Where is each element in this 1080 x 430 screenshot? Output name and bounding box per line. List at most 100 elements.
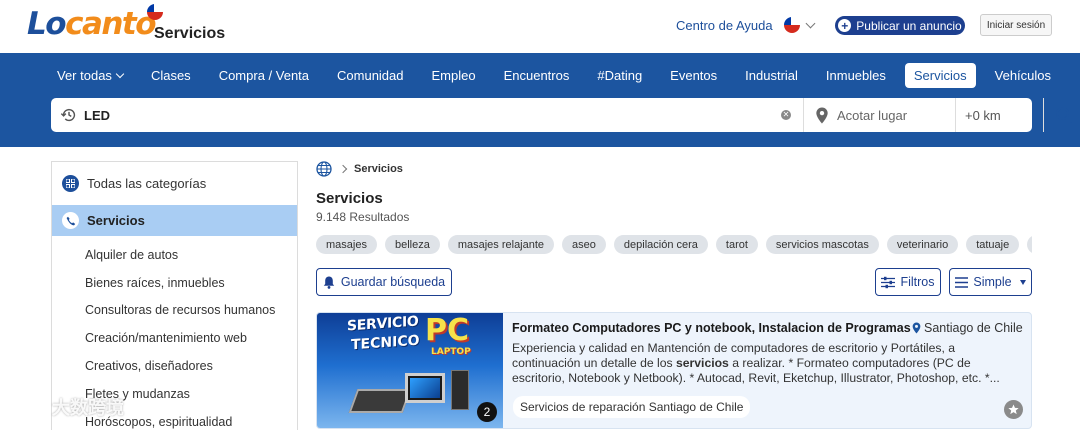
publish-ad-label: Publicar un anuncio [856, 18, 962, 33]
tag-chip[interactable]: depilación cera [613, 235, 708, 254]
watermark: 大数跨境 [8, 394, 124, 420]
tab-encuentros[interactable]: Encuentros [490, 63, 584, 88]
monitor-graphic [405, 373, 445, 403]
caret-down-icon [1019, 279, 1026, 285]
sidebar-subcategory[interactable]: Creación/mantenimiento web [85, 324, 275, 352]
tab-label: Empleo [431, 68, 476, 83]
tab-empleo[interactable]: Empleo [418, 63, 490, 88]
tab-comunidad[interactable]: Comunidad [323, 63, 418, 88]
divider [1043, 98, 1044, 132]
search-button[interactable] [1045, 98, 1080, 132]
sidebar-subcategory[interactable]: Consultoras de recursos humanos [85, 297, 275, 325]
tag-chip[interactable]: belleza [384, 235, 440, 254]
tab-label: Encuentros [503, 68, 570, 83]
divider [955, 98, 956, 132]
tab-label: Comunidad [337, 68, 404, 83]
tab-compra-venta[interactable]: Compra / Venta [205, 63, 323, 88]
tag-chip[interactable]: masajes relajante [447, 235, 555, 254]
image-text-laptop: LAPTOP [431, 347, 471, 357]
country-selector[interactable] [784, 17, 816, 33]
bell-icon [323, 276, 335, 289]
all-categories-label: Todas las categorías [87, 176, 207, 191]
image-text-pc: PC [425, 313, 470, 348]
sidebar-subcategory[interactable]: Creativos, diseñadores [85, 352, 275, 380]
locanto-logo[interactable]: Locanto [27, 6, 157, 42]
watermark-logo-icon [8, 397, 44, 417]
listing-card[interactable]: SERVICIO TECNICO PC LAPTOP 2 Formateo Co… [316, 312, 1032, 429]
history-icon[interactable] [60, 106, 78, 124]
location-pin-icon [816, 107, 828, 124]
tag-chip[interactable]: se [1027, 235, 1032, 254]
radius-selector[interactable]: +0 km [965, 108, 1001, 123]
help-center-link[interactable]: Centro de Ayuda [676, 18, 773, 33]
phone-icon [62, 212, 79, 229]
favorite-button[interactable] [1004, 400, 1023, 419]
filters-button[interactable]: Filtros [875, 268, 941, 296]
tag-chip[interactable]: masajes [316, 235, 377, 254]
pc-tower-graphic [451, 370, 469, 410]
listing-location-label: Santiago de Chile [924, 321, 1023, 335]
grid-icon [62, 175, 79, 192]
publish-ad-button[interactable]: + Publicar un anuncio [835, 16, 965, 35]
search-bar: ✕ +0 km [51, 98, 1072, 132]
tag-chip[interactable]: tatuaje [966, 235, 1020, 254]
globe-icon[interactable] [316, 161, 332, 177]
tab-servicios[interactable]: Servicios [904, 63, 976, 88]
tab-label: Ver todas [57, 68, 112, 83]
listing-category-chip[interactable]: Servicios de reparación Santiago de Chil… [513, 396, 751, 418]
logo-lo-text: Lo [27, 6, 67, 42]
results-count: 9.148 Resultados [316, 210, 410, 224]
listing-title[interactable]: Formateo Computadores PC y notebook, Ins… [512, 321, 911, 335]
page-title: Servicios [316, 190, 383, 207]
tab-label: Clases [150, 68, 191, 83]
view-mode-select[interactable]: Simple [949, 268, 1032, 296]
sidebar-subcategory[interactable]: Bienes raíces, inmuebles [85, 269, 275, 297]
sidebar-subcategory[interactable]: Alquiler de autos [85, 241, 275, 269]
search-icon [1055, 107, 1072, 124]
divider [803, 98, 804, 132]
location-input[interactable] [837, 104, 949, 126]
tab-dating[interactable]: #Dating [583, 63, 656, 88]
location-pin-icon [912, 322, 921, 334]
star-icon [1008, 404, 1019, 415]
tab-vehículos[interactable]: Vehículos [981, 63, 1065, 88]
chevron-down-icon [805, 18, 816, 28]
tag-chip[interactable]: servicios mascotas [765, 235, 879, 254]
category-sidebar: Todas las categorías Servicios Alquiler … [51, 161, 298, 430]
tab-label: #Dating [597, 68, 643, 83]
chile-flag-icon [784, 17, 800, 33]
tag-chip[interactable]: aseo [562, 235, 606, 254]
list-icon [955, 276, 969, 288]
sidebar-item-servicios[interactable]: Servicios [52, 205, 297, 236]
search-input[interactable] [84, 104, 764, 126]
login-button[interactable]: Iniciar sesión [980, 14, 1052, 36]
chile-flag-icon [147, 4, 163, 20]
plus-icon: + [838, 19, 852, 32]
site-section-title: Servicios [154, 25, 226, 42]
header: Locanto Servicios Centro de Ayuda + Publ… [0, 0, 1080, 53]
tab-label: Vehículos [994, 68, 1052, 83]
nav-tabs: Ver todas Clases Compra / Venta Comunidad Em… [43, 63, 1065, 88]
listing-image[interactable]: SERVICIO TECNICO PC LAPTOP 2 [317, 313, 503, 428]
tab-industrial[interactable]: Industrial [731, 63, 812, 88]
tab-clases[interactable]: Clases [137, 63, 205, 88]
all-categories-link[interactable]: Todas las categorías [62, 175, 206, 192]
tab-inmuebles[interactable]: Inmuebles [812, 63, 900, 88]
category-nav: Ver todas Clases Compra / Venta Comunidad Em… [0, 53, 1080, 147]
chevron-down-icon [115, 69, 125, 79]
tab-label: Servicios [913, 68, 967, 83]
tag-chip[interactable]: tarot [715, 235, 758, 254]
tag-list: masajes belleza masajes relajante aseo depil… [316, 235, 1032, 255]
laptop-graphic [348, 389, 412, 413]
tab-ver-todas[interactable]: Ver todas [43, 63, 137, 88]
save-search-button[interactable]: Guardar búsqueda [316, 268, 452, 296]
tab-label: Eventos [670, 68, 718, 83]
image-text-tecnico: TECNICO [351, 332, 420, 354]
clear-search-icon[interactable]: ✕ [781, 110, 791, 120]
tab-eventos[interactable]: Eventos [656, 63, 731, 88]
tag-chip[interactable]: veterinario [886, 235, 959, 254]
sliders-icon [881, 276, 896, 288]
image-text-servicio: SERVICIO [347, 313, 419, 335]
filters-label: Filtros [900, 275, 935, 289]
chevron-right-icon [338, 164, 348, 174]
